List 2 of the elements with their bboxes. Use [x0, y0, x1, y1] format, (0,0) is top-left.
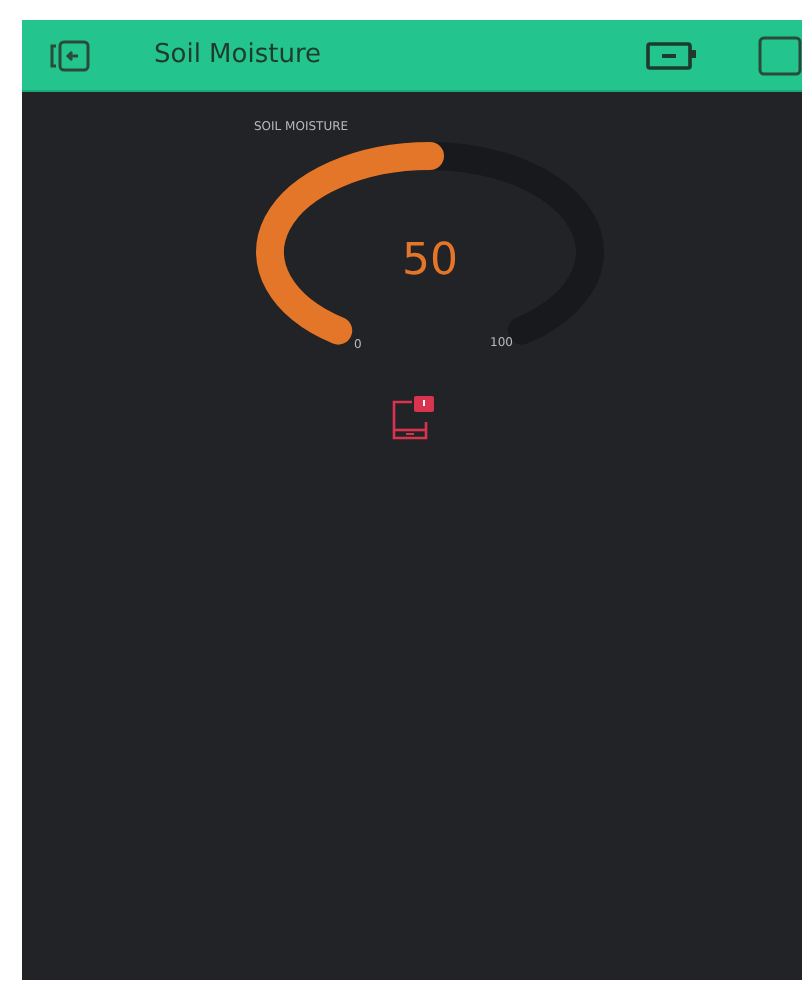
- app-title: Soil Moisture: [154, 40, 324, 70]
- gauge-value: 50: [400, 236, 460, 286]
